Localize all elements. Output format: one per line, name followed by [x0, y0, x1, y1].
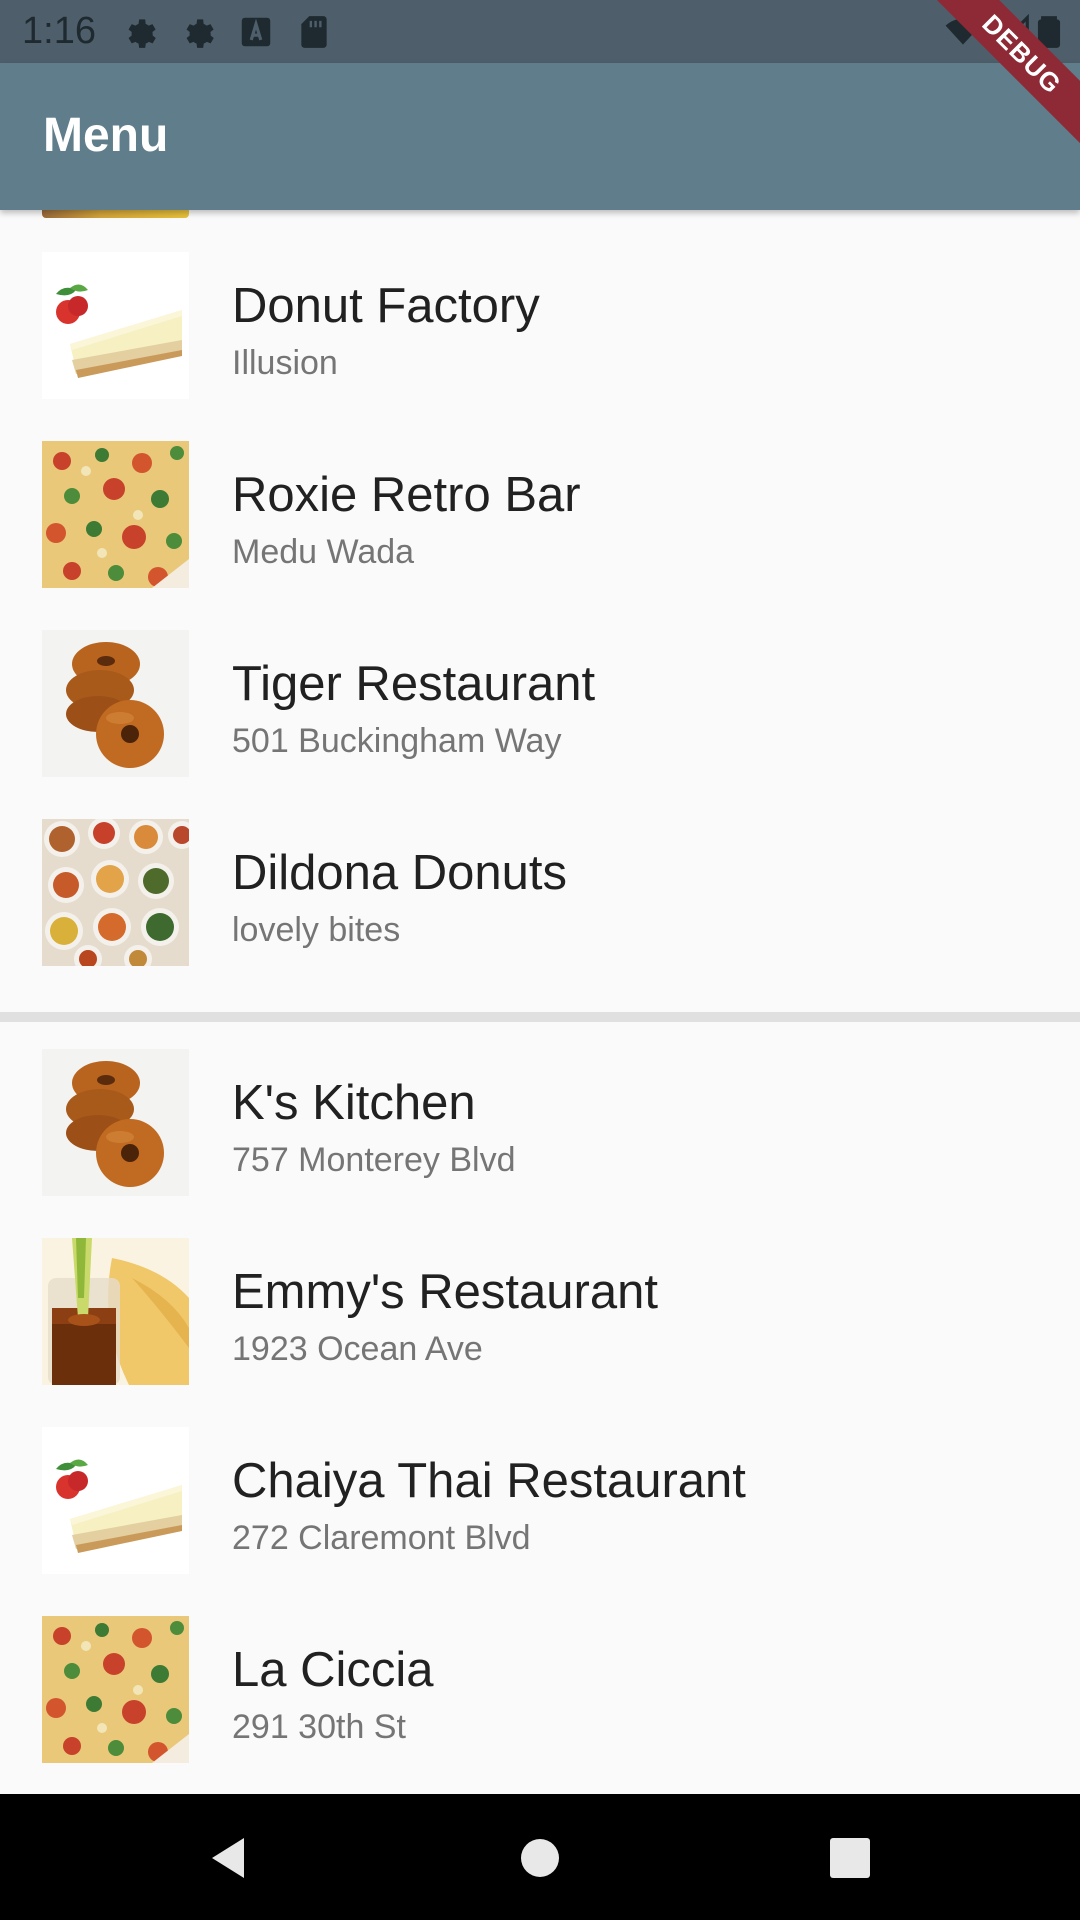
- list-item[interactable]: Tiger Restaurant 501 Buckingham Way: [0, 588, 1080, 777]
- list-item-subtitle: Medu Wada: [232, 533, 415, 571]
- list-item-title: Donut Factory: [232, 279, 540, 333]
- list-item-title: Roxie Retro Bar: [232, 468, 581, 522]
- page-title: Menu: [43, 109, 169, 162]
- donuts-image: [42, 1049, 189, 1196]
- list-item-title: Emmy's Restaurant: [232, 1265, 658, 1319]
- list-item-title: Chaiya Thai Restaurant: [232, 1454, 746, 1508]
- chips-dip-image: [42, 1238, 189, 1385]
- pizza-image: [42, 441, 189, 588]
- navigation-bar: [0, 1794, 1080, 1920]
- cheesecake-image: [42, 1427, 189, 1574]
- list-item-title: K's Kitchen: [232, 1076, 476, 1130]
- list-item[interactable]: Roxie Retro Bar Medu Wada: [0, 399, 1080, 588]
- list-item-title: Tiger Restaurant: [232, 657, 596, 711]
- list-item[interactable]: Dildona Donuts lovely bites: [0, 777, 1080, 966]
- status-time: 1:16: [22, 10, 96, 52]
- list-item-subtitle: 1923 Ocean Ave: [232, 1330, 483, 1368]
- list-item-subtitle: 757 Monterey Blvd: [232, 1141, 516, 1179]
- list-item[interactable]: Chaiya Thai Restaurant 272 Claremont Blv…: [0, 1385, 1080, 1574]
- status-bar: 1:16: [0, 0, 1080, 63]
- wifi-icon: [944, 13, 982, 51]
- list-item[interactable]: K's Kitchen 757 Monterey Blvd: [0, 1007, 1080, 1196]
- home-icon[interactable]: [512, 1830, 568, 1886]
- battery-icon: [1030, 13, 1068, 51]
- sd-card-icon: [295, 13, 333, 51]
- settings-icon: [120, 13, 158, 51]
- cheesecake-image: [42, 252, 189, 399]
- back-icon[interactable]: [200, 1830, 256, 1886]
- pizza-image: [42, 1616, 189, 1763]
- restaurant-list[interactable]: Donut Factory Illusion Roxie Retro Bar M…: [0, 210, 1080, 1794]
- list-item-subtitle: 272 Claremont Blvd: [232, 1519, 531, 1557]
- recents-icon[interactable]: [822, 1830, 878, 1886]
- list-item-subtitle: lovely bites: [232, 911, 401, 949]
- list-item-title: Dildona Donuts: [232, 846, 568, 900]
- settings-icon: [178, 13, 216, 51]
- list-item-title: La Ciccia: [232, 1643, 434, 1697]
- list-item[interactable]: Donut Factory Illusion: [0, 210, 1080, 399]
- list-item[interactable]: La Ciccia 291 30th St: [0, 1574, 1080, 1763]
- a-text-icon: [237, 13, 275, 51]
- dishes-image: [42, 819, 189, 966]
- app-bar: Menu: [0, 63, 1080, 210]
- signal-icon: [994, 13, 1032, 51]
- donuts-image: [42, 630, 189, 777]
- list-item-subtitle: Illusion: [232, 344, 338, 382]
- list-item-subtitle: 501 Buckingham Way: [232, 722, 562, 760]
- list-item[interactable]: Emmy's Restaurant 1923 Ocean Ave: [0, 1196, 1080, 1385]
- list-item-subtitle: 291 30th St: [232, 1708, 406, 1746]
